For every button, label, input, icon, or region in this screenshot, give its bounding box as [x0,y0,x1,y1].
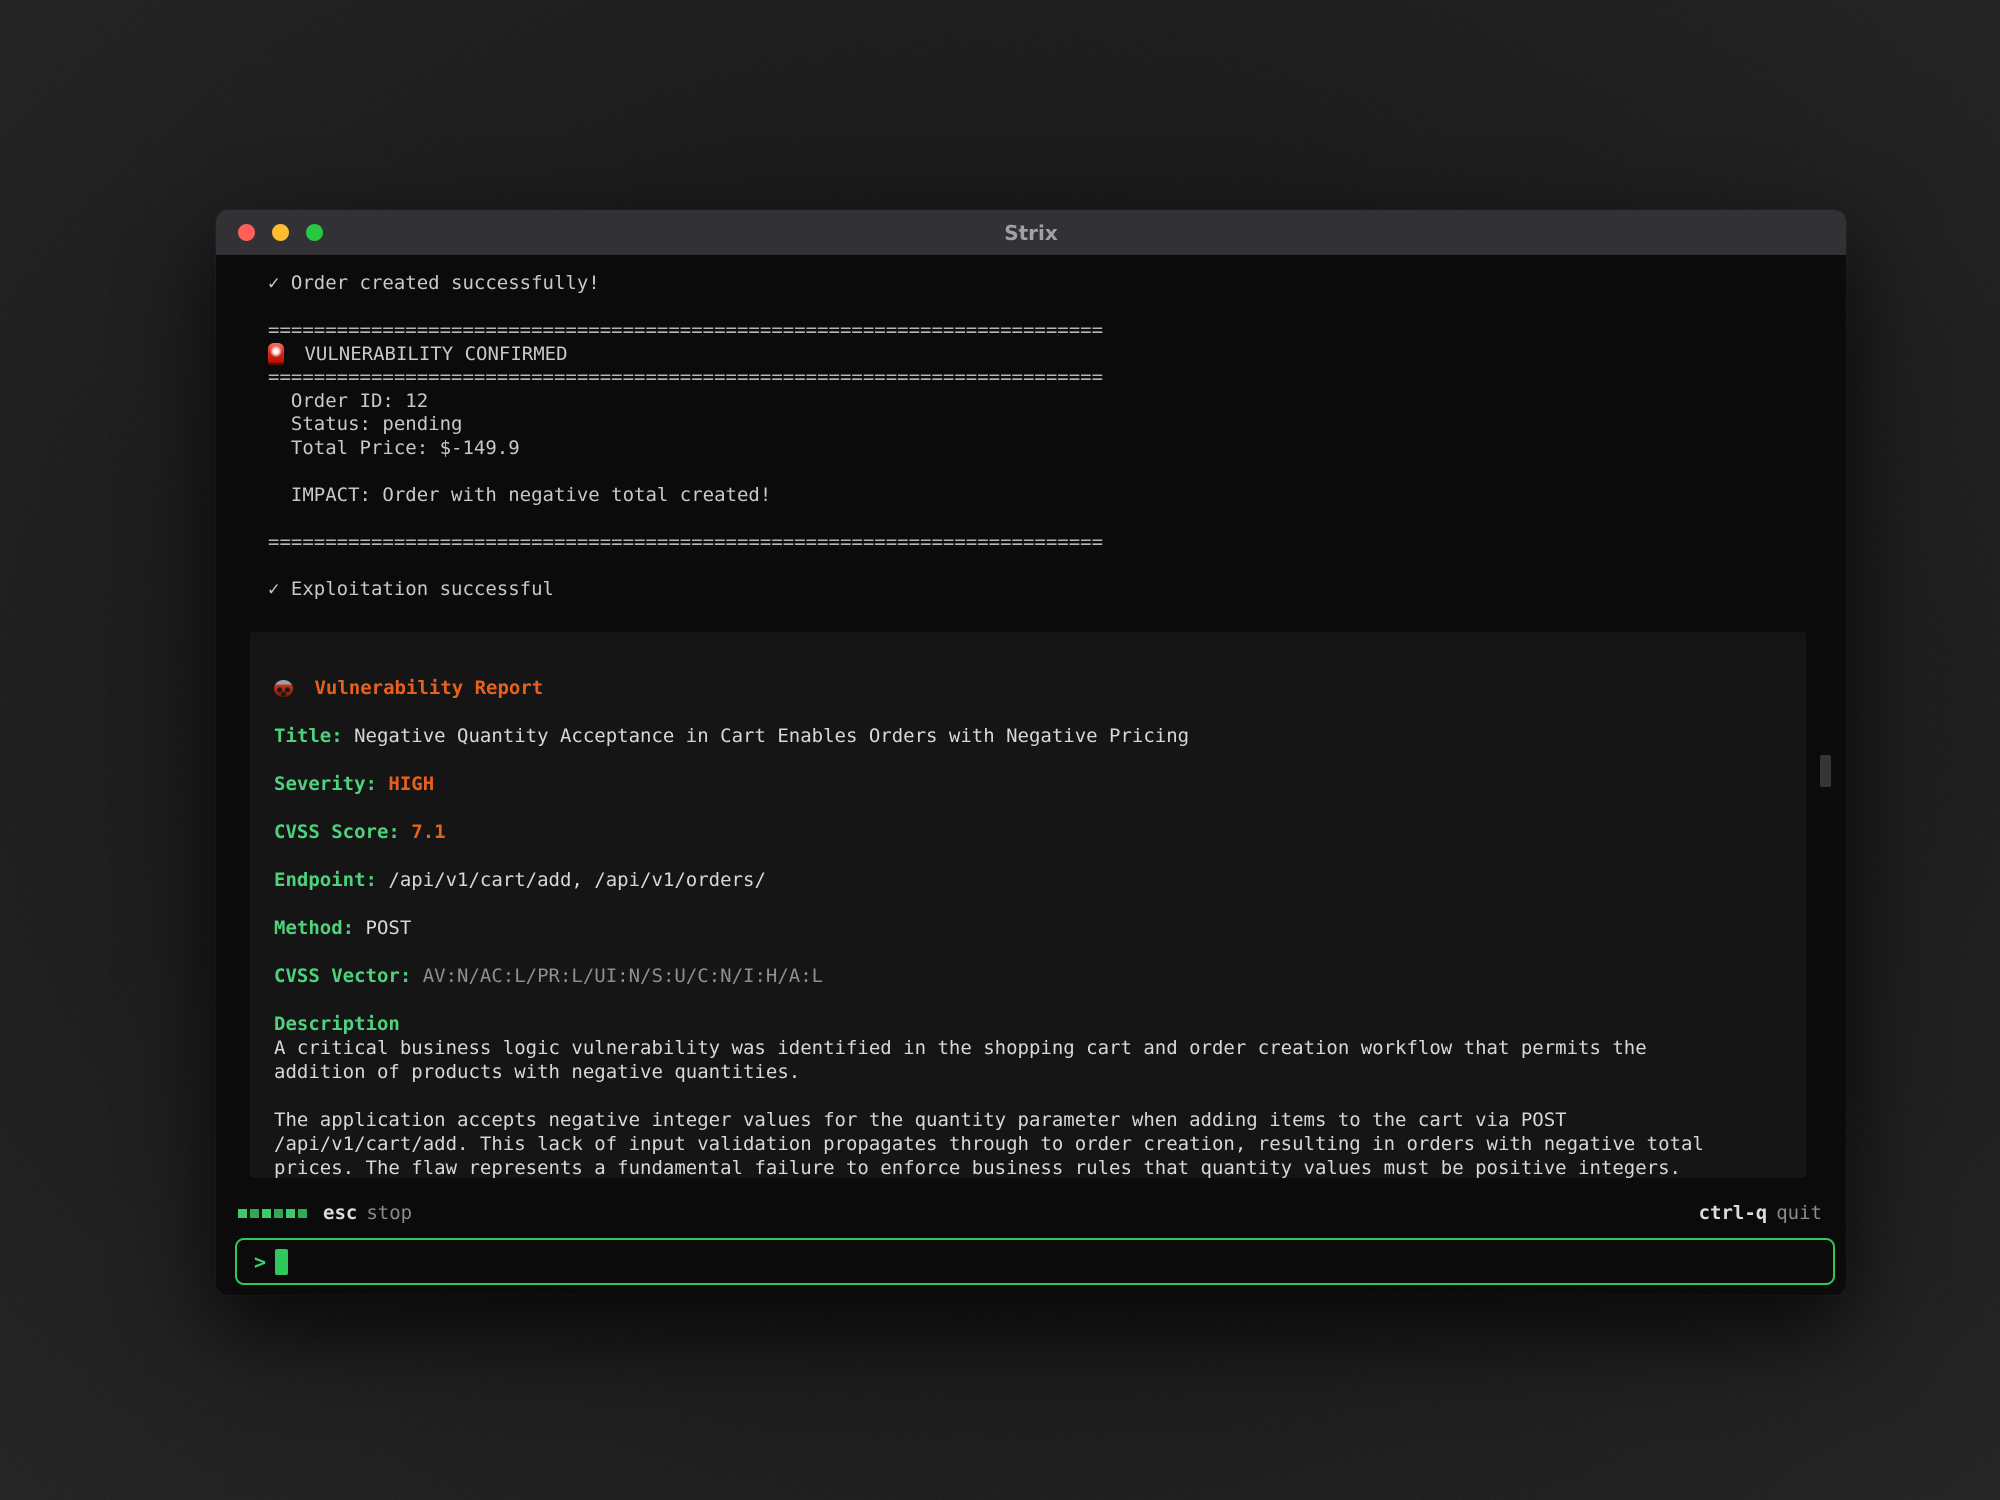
text-segment: A critical business logic vulnerability … [274,1037,1647,1059]
text-segment: 7.1 [411,821,445,843]
text-segment: /api/v1/cart/add. This lack of input val… [274,1133,1704,1155]
text-segment: CVSS Score: [274,821,400,843]
text-line [268,296,1806,320]
quit-label: quit [1776,1202,1822,1224]
prompt-symbol: > [254,1250,266,1274]
text-line: prices. The flaw represents a fundamenta… [274,1156,1806,1178]
text-line: IMPACT: Order with negative total create… [268,484,1806,508]
text-segment: ✓ Order created successfully! [268,272,600,294]
text-segment: Title: [274,725,343,747]
text-line: CVSS Score: 7.1 [274,820,1806,844]
text-line [274,1084,1806,1108]
text-line: ========================================… [268,531,1806,555]
text-segment: Total Price: $-149.9 [268,437,520,459]
spinner-cell [274,1209,283,1218]
text-line: CVSS Vector: AV:N/AC:L/PR:L/UI:N/S:U/C:N… [274,964,1806,988]
text-line: A critical business logic vulnerability … [274,1036,1806,1060]
text-segment [400,821,411,843]
text-line: Vulnerability Report [274,676,1806,700]
text-line: Order ID: 12 [268,390,1806,414]
text-line: Total Price: $-149.9 [268,437,1806,461]
window-title: Strix [216,221,1846,245]
text-segment: Vulnerability Report [303,677,543,699]
spinner-cell [286,1209,295,1218]
stop-label: stop [366,1202,412,1224]
text-segment: /api/v1/cart/add, /api/v1/orders/ [377,869,766,891]
text-line [274,700,1806,724]
spinner-cell [250,1209,259,1218]
text-line: Method: POST [274,916,1806,940]
text-segment: IMPACT: Order with negative total create… [268,484,771,506]
text-line: The application accepts negative integer… [274,1108,1806,1132]
text-line [274,748,1806,772]
text-line: Title: Negative Quantity Acceptance in C… [274,724,1806,748]
text-segment: Endpoint: [274,869,377,891]
text-line: Status: pending [268,413,1806,437]
text-segment: Description [274,1013,400,1035]
text-segment: prices. The flaw represents a fundamenta… [274,1157,1681,1178]
text-line [274,940,1806,964]
ctrl-q-key-hint[interactable]: ctrl-q [1699,1202,1768,1224]
text-line [268,507,1806,531]
text-line: Description [274,1012,1806,1036]
text-segment: Negative Quantity Acceptance in Cart Ena… [343,725,1189,747]
spinner-cell [262,1209,271,1218]
bug-icon [274,680,293,697]
text-segment: ========================================… [268,531,1103,553]
status-bar-left: esc stop [238,1202,412,1224]
scrollbar-thumb[interactable] [1820,755,1831,787]
command-input[interactable]: > [235,1238,1835,1285]
text-line: Severity: HIGH [274,772,1806,796]
text-segment [377,773,388,795]
spinner-cell [298,1209,307,1218]
status-bar: esc stop ctrl-q quit [238,1198,1822,1228]
text-line: ========================================… [268,366,1806,390]
text-segment: Status: pending [268,413,462,435]
text-line [274,796,1806,820]
text-segment: ========================================… [268,319,1103,341]
text-segment: ✓ Exploitation successful [268,578,554,600]
text-line [274,892,1806,916]
text-segment: Method: [274,917,354,939]
text-segment: addition of products with negative quant… [274,1061,800,1083]
text-line: /api/v1/cart/add. This lack of input val… [274,1132,1806,1156]
titlebar: Strix [216,210,1846,255]
text-line [274,844,1806,868]
text-segment: POST [354,917,411,939]
text-segment: HIGH [388,773,434,795]
spinner-cell [238,1209,247,1218]
text-segment: ========================================… [268,366,1103,388]
text-line: addition of products with negative quant… [274,1060,1806,1084]
text-segment: The application accepts negative integer… [274,1109,1567,1131]
activity-spinner [238,1209,307,1218]
siren-icon [268,343,284,363]
text-line: ========================================… [268,319,1806,343]
text-segment: AV:N/AC:L/PR:L/UI:N/S:U/C:N/I:H/A:L [411,965,823,987]
text-segment: Order ID: 12 [268,390,428,412]
status-bar-right: ctrl-q quit [1699,1202,1822,1224]
text-line [268,554,1806,578]
text-cursor [275,1249,288,1275]
esc-key-hint[interactable]: esc [323,1202,357,1224]
text-line [268,460,1806,484]
text-line [274,988,1806,1012]
text-segment: VULNERABILITY CONFIRMED [293,343,568,365]
app-window: Strix ✓ Order created successfully! ====… [216,210,1846,1295]
text-segment: Severity: [274,773,377,795]
text-line: Endpoint: /api/v1/cart/add, /api/v1/orde… [274,868,1806,892]
vulnerability-report-panel: Vulnerability Report Title: Negative Qua… [250,632,1806,1178]
terminal-output: ✓ Order created successfully! ==========… [268,272,1806,601]
text-line: VULNERABILITY CONFIRMED [268,343,1806,367]
text-line: ✓ Exploitation successful [268,578,1806,602]
text-segment: CVSS Vector: [274,965,411,987]
text-line: ✓ Order created successfully! [268,272,1806,296]
